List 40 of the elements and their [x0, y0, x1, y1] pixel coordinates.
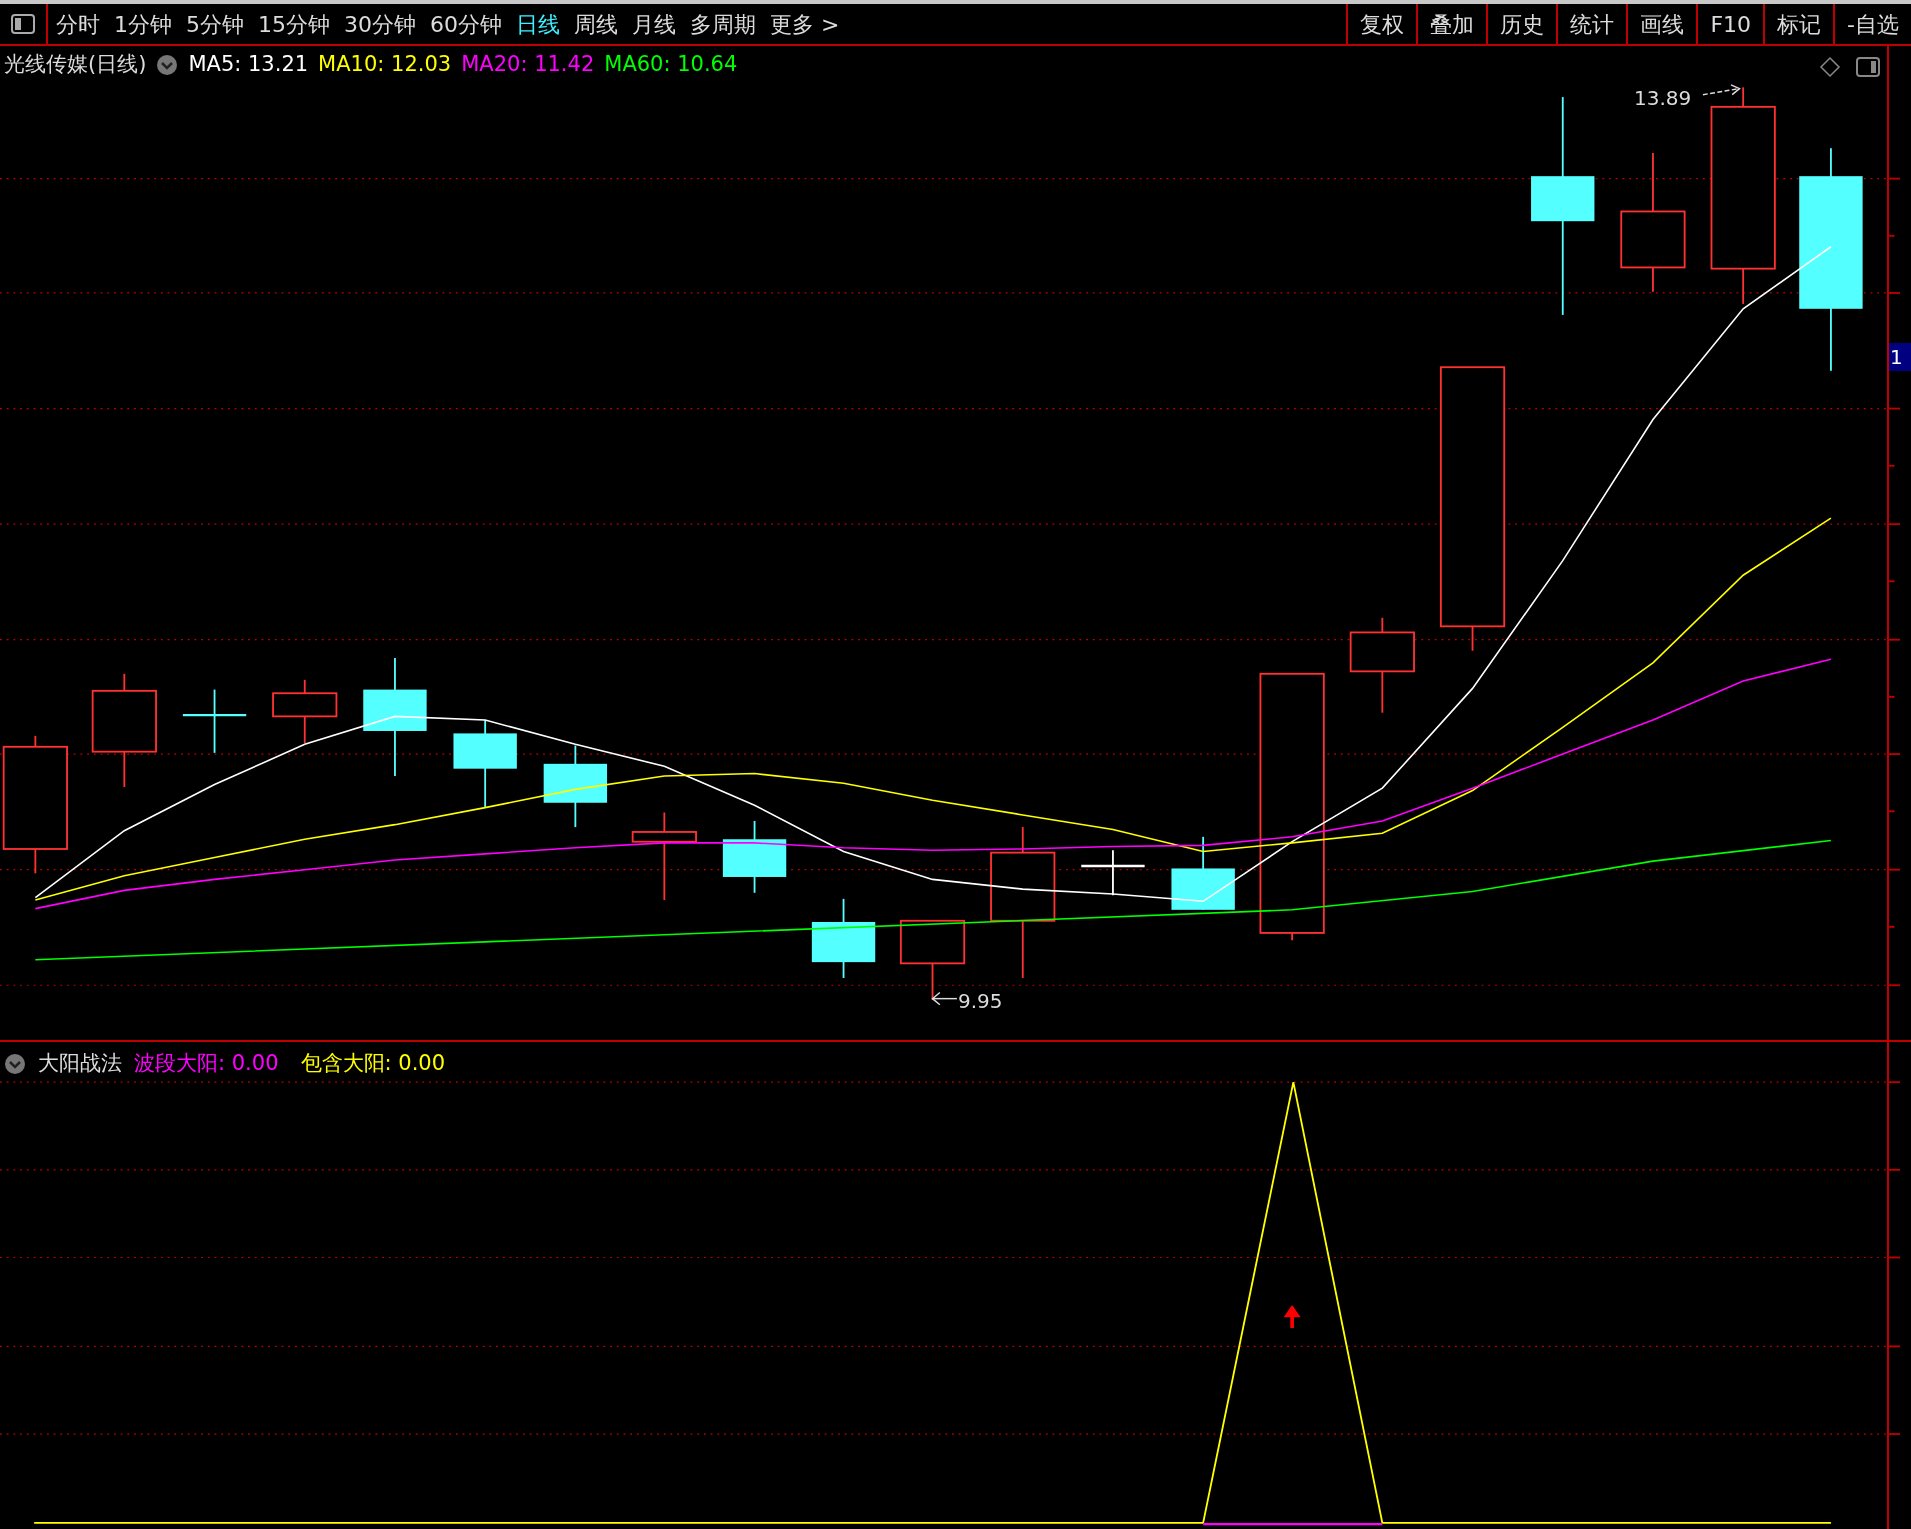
- period-tab[interactable]: 分时: [56, 7, 100, 41]
- moving-average-value: MA20: 11.42: [461, 51, 595, 78]
- period-tab[interactable]: 更多 >: [770, 7, 840, 41]
- period-tab[interactable]: 30分钟: [344, 7, 416, 41]
- period-tab[interactable]: 5分钟: [186, 7, 244, 41]
- up-arrow-icon: [1283, 1305, 1301, 1329]
- period-tab[interactable]: 日线: [516, 7, 560, 41]
- period-tab[interactable]: 1分钟: [114, 7, 172, 41]
- indicator-value: 波段大阳: 0.00: [134, 1050, 279, 1077]
- indicator-title: 大阳战法: [38, 1050, 122, 1077]
- period-tab[interactable]: 周线: [574, 7, 618, 41]
- toolbar-button[interactable]: 画线: [1626, 4, 1697, 44]
- toolbar-button[interactable]: 叠加: [1416, 4, 1487, 44]
- period-tab[interactable]: 60分钟: [430, 7, 502, 41]
- toolbar-button[interactable]: 复权: [1346, 4, 1417, 44]
- chevron-down-icon[interactable]: [156, 53, 179, 76]
- chevron-down-icon[interactable]: [4, 1052, 26, 1075]
- diamond-icon[interactable]: [1819, 56, 1841, 78]
- high-price-label: 13.89: [1634, 85, 1692, 112]
- toolbar-button[interactable]: 标记: [1763, 4, 1834, 44]
- moving-average-value: MA10: 12.03: [318, 51, 452, 78]
- period-tab[interactable]: 15分钟: [258, 7, 330, 41]
- candlestick: [182, 688, 247, 754]
- moving-average-value: MA5: 13.21: [188, 51, 309, 78]
- period-tab[interactable]: 多周期: [690, 7, 756, 41]
- toolbar-button[interactable]: F10: [1696, 4, 1764, 44]
- low-arrow-icon: [931, 991, 958, 1006]
- indicator-value: 包含大阳: 0.00: [300, 1050, 446, 1077]
- period-tab[interactable]: 月线: [632, 7, 676, 41]
- chart-title: 光线传媒(日线): [4, 51, 147, 78]
- toolbar-button[interactable]: -自选: [1833, 4, 1911, 44]
- candlestick: [272, 678, 338, 745]
- toolbar-button[interactable]: 历史: [1486, 4, 1557, 44]
- panel-toggle-icon[interactable]: [11, 14, 35, 34]
- toolbar-button[interactable]: 统计: [1556, 4, 1627, 44]
- price-axis-label: 1: [1889, 343, 1911, 371]
- moving-average-value: MA60: 10.64: [604, 51, 738, 78]
- sidebar-toggle-icon[interactable]: [1856, 57, 1880, 77]
- high-arrow-icon: [1702, 84, 1741, 96]
- low-price-label: 9.95: [958, 988, 1003, 1015]
